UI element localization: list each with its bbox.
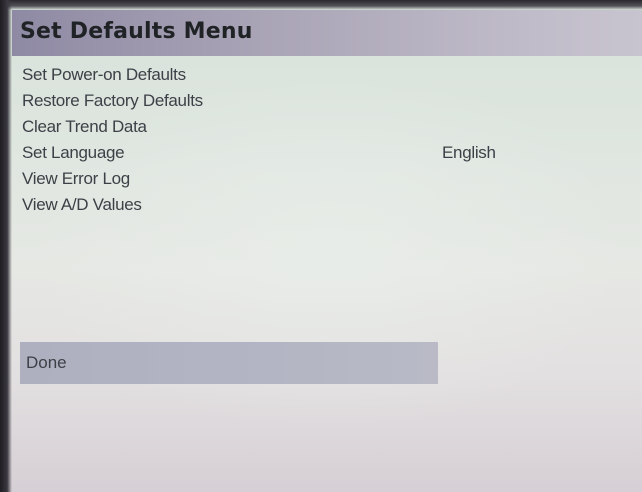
- menu-item-label: View A/D Values: [22, 195, 142, 214]
- defaults-menu: Set Power-on Defaults Restore Factory De…: [22, 62, 582, 218]
- menu-item-clear-trend-data[interactable]: Clear Trend Data: [22, 114, 582, 140]
- screen-bezel-top: [0, 0, 642, 10]
- device-screen: Set Defaults Menu Set Power-on Defaults …: [0, 0, 642, 492]
- menu-item-set-power-on-defaults[interactable]: Set Power-on Defaults: [22, 62, 582, 88]
- menu-item-label: Set Language: [22, 143, 125, 162]
- screen-bezel-left: [0, 0, 12, 492]
- done-button[interactable]: Done: [20, 342, 438, 384]
- menu-item-restore-factory-defaults[interactable]: Restore Factory Defaults: [22, 88, 582, 114]
- menu-title: Set Defaults Menu: [20, 19, 253, 44]
- language-value: English: [442, 143, 496, 162]
- menu-item-label: Restore Factory Defaults: [22, 91, 203, 110]
- title-bar: Set Defaults Menu: [12, 10, 642, 56]
- done-button-label: Done: [26, 353, 67, 372]
- menu-item-label: View Error Log: [22, 169, 130, 188]
- menu-item-label: Set Power-on Defaults: [22, 65, 186, 84]
- menu-item-label: Clear Trend Data: [22, 117, 147, 136]
- menu-item-view-error-log[interactable]: View Error Log: [22, 166, 582, 192]
- menu-item-set-language[interactable]: Set Language English: [22, 140, 582, 166]
- menu-item-view-ad-values[interactable]: View A/D Values: [22, 192, 582, 218]
